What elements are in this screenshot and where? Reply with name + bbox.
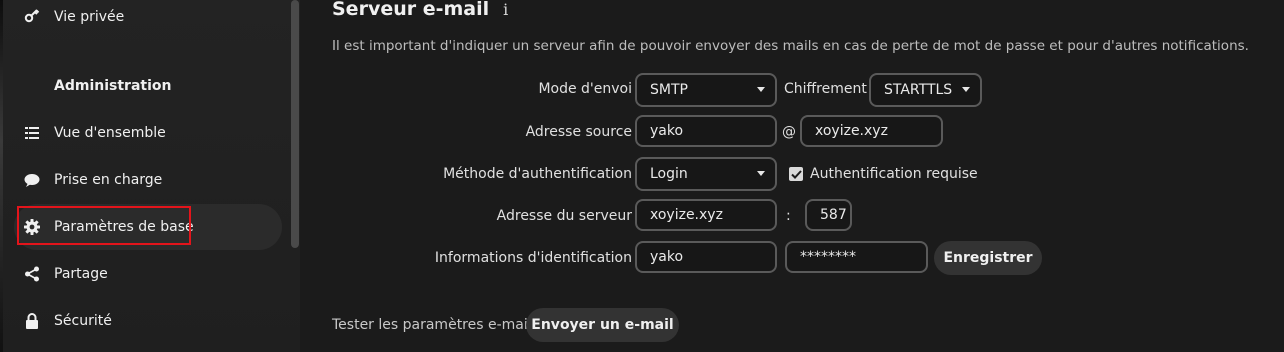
list-icon — [22, 123, 42, 143]
encryption-select[interactable]: STARTTLS — [869, 73, 982, 107]
sidebar-item-label: Vue d'ensemble — [54, 125, 166, 141]
sidebar-item-overview[interactable]: Vue d'ensemble — [14, 110, 284, 156]
description-text: Il est important d'indiquer un serveur a… — [332, 38, 1249, 54]
password-input[interactable]: ******** — [785, 241, 928, 273]
encryption-value: STARTTLS — [884, 82, 953, 98]
source-domain-input[interactable]: xoyize.xyz — [800, 115, 943, 147]
sidebar-item-label: Sécurité — [54, 313, 112, 329]
key-icon — [22, 7, 42, 27]
sidebar-item-privacy[interactable]: Vie privée — [14, 0, 284, 40]
test-email-label: Tester les paramètres e-mail — [332, 317, 532, 333]
info-icon[interactable]: i — [503, 0, 508, 19]
page-title: Serveur e-mail i — [332, 0, 508, 20]
heading-text: Serveur e-mail — [332, 0, 490, 20]
source-address-label: Adresse source — [525, 124, 632, 140]
at-sign: @ — [782, 124, 796, 140]
chevron-down-icon — [757, 171, 765, 176]
sidebar-item-sharing[interactable]: Partage — [14, 251, 284, 297]
send-mode-value: SMTP — [650, 82, 688, 98]
send-mode-select[interactable]: SMTP — [635, 73, 777, 107]
chat-bubble-icon — [22, 170, 42, 190]
encryption-label: Chiffrement — [784, 81, 867, 97]
server-host-input[interactable]: xoyize.xyz — [635, 199, 777, 231]
auth-required-label[interactable]: Authentification requise — [810, 166, 978, 182]
sidebar-item-support[interactable]: Prise en charge — [14, 157, 284, 203]
save-button[interactable]: Enregistrer — [934, 241, 1042, 275]
chevron-down-icon — [962, 87, 970, 92]
section-title-administration: Administration — [54, 78, 172, 94]
source-user-input[interactable]: yako — [635, 115, 777, 147]
auth-method-value: Login — [650, 166, 688, 182]
sidebar-item-label: Partage — [54, 266, 108, 282]
highlight-box — [17, 206, 191, 245]
sidebar-scrollbar[interactable] — [291, 0, 299, 248]
chevron-down-icon — [757, 87, 765, 92]
auth-method-select[interactable]: Login — [635, 157, 777, 191]
checkmark-icon — [790, 169, 802, 179]
sidebar: Vie privée Administration Vue d'ensemble… — [0, 0, 300, 352]
share-icon — [22, 264, 42, 284]
sidebar-item-security[interactable]: Sécurité — [14, 298, 284, 344]
server-port-input[interactable]: 587 — [805, 199, 852, 231]
lock-icon — [22, 311, 42, 331]
username-input[interactable]: yako — [635, 241, 777, 273]
server-address-label: Adresse du serveur — [496, 208, 632, 224]
port-separator: : — [786, 208, 791, 224]
sidebar-item-label: Prise en charge — [54, 172, 163, 188]
auth-required-checkbox[interactable] — [789, 167, 803, 181]
send-mode-label: Mode d'envoi — [538, 81, 632, 97]
send-test-email-button[interactable]: Envoyer un e-mail — [526, 308, 679, 342]
auth-method-label: Méthode d'authentification — [443, 166, 632, 182]
sidebar-item-label: Vie privée — [54, 9, 125, 25]
credentials-label: Informations d'identification — [434, 250, 632, 266]
main-content: Serveur e-mail i Il est important d'indi… — [300, 0, 1284, 352]
